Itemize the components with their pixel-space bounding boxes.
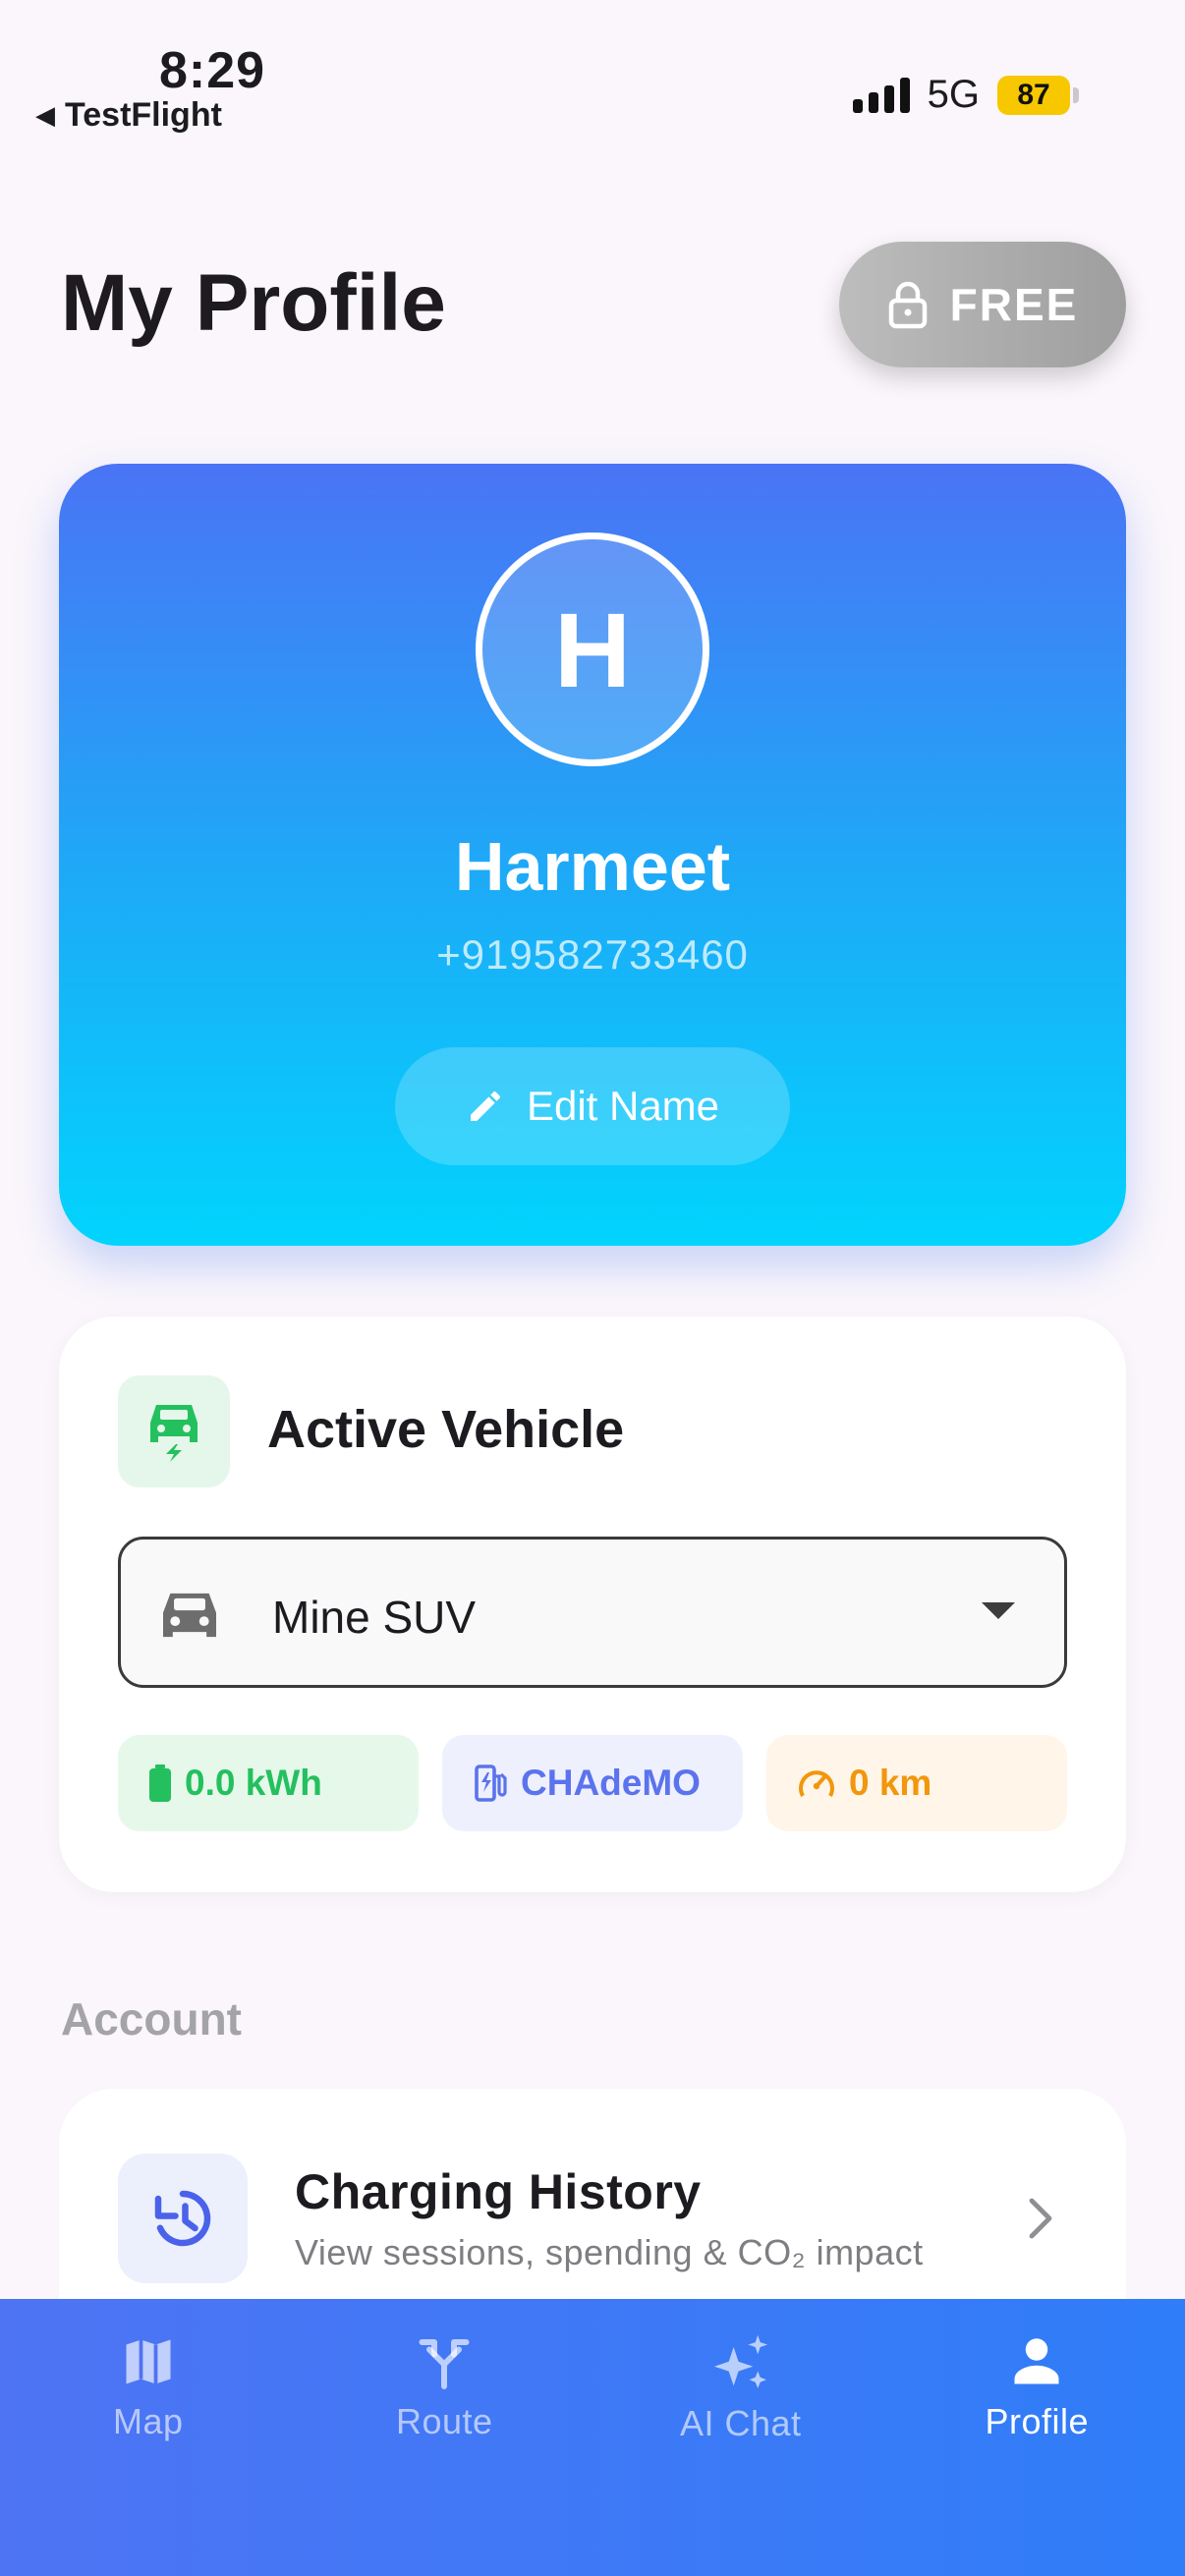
page-title: My Profile (61, 258, 446, 348)
tab-ai-chat[interactable]: AI Chat (592, 2299, 889, 2576)
status-indicators: 5G 87 (852, 73, 1079, 117)
back-to-app-button[interactable]: ◀ TestFlight (35, 96, 222, 135)
battery-icon: 87 (997, 75, 1079, 115)
tab-ai-chat-label: AI Chat (679, 2403, 802, 2443)
speedometer-icon (799, 1770, 834, 1797)
range-chip: 0 km (766, 1735, 1067, 1831)
user-name: Harmeet (454, 828, 731, 905)
history-icon (118, 2154, 248, 2283)
chevron-right-icon (1029, 2198, 1052, 2239)
plan-label: FREE (949, 279, 1079, 330)
person-icon (1014, 2338, 1059, 2384)
tab-profile-label: Profile (985, 2401, 1090, 2441)
map-icon (126, 2339, 171, 2384)
ev-station-icon (475, 1764, 507, 1802)
charging-history-subtitle: View sessions, spending & CO₂ impact (295, 2232, 924, 2272)
range-value: 0 km (849, 1763, 932, 1803)
edit-name-label: Edit Name (526, 1083, 720, 1129)
edit-name-button[interactable]: Edit Name (395, 1047, 790, 1165)
tab-map-label: Map (112, 2401, 184, 2441)
user-phone: +919582733460 (436, 931, 749, 978)
profile-card: H Harmeet +919582733460 Edit Name (59, 464, 1126, 1246)
plan-upgrade-button[interactable]: FREE (839, 242, 1126, 367)
active-vehicle-card: Active Vehicle Mine SUV 0.0 kWh CHAdeMO … (59, 1316, 1126, 1892)
bottom-tab-bar: Map Route AI Chat Profile (0, 2299, 1185, 2576)
avatar: H (476, 532, 709, 766)
back-arrow-icon: ◀ (35, 100, 55, 130)
vehicle-select-value: Mine SUV (272, 1592, 477, 1643)
charging-history-title: Charging History (295, 2164, 702, 2219)
route-icon (419, 2339, 470, 2389)
tab-route-label: Route (395, 2401, 493, 2441)
battery-capacity-value: 0.0 kWh (185, 1763, 322, 1803)
status-bar: 8:29 ◀ TestFlight 5G 87 (0, 0, 1185, 147)
battery-capacity-chip: 0.0 kWh (118, 1735, 419, 1831)
signal-icon (852, 77, 910, 113)
tab-map[interactable]: Map (0, 2299, 297, 2576)
battery-icon (149, 1764, 171, 1802)
back-app-label: TestFlight (65, 96, 222, 134)
lock-icon (888, 281, 927, 329)
profile-screen: 8:29 ◀ TestFlight 5G 87 My Profile FREE … (0, 0, 1185, 2576)
status-time: 8:29 (159, 42, 266, 99)
tab-profile[interactable]: Profile (889, 2299, 1185, 2576)
ev-car-icon (118, 1375, 230, 1487)
pencil-icon (470, 1091, 500, 1121)
sparkles-icon (713, 2334, 767, 2388)
connector-chip: CHAdeMO (442, 1735, 743, 1831)
account-section-label: Account (61, 1993, 242, 2044)
battery-level: 87 (997, 75, 1070, 115)
network-type: 5G (927, 73, 980, 116)
active-vehicle-title: Active Vehicle (267, 1400, 625, 1459)
connector-value: CHAdeMO (521, 1763, 701, 1803)
chevron-down-icon (982, 1602, 1015, 1619)
car-icon (163, 1593, 216, 1638)
tab-route[interactable]: Route (297, 2299, 593, 2576)
vehicle-select[interactable]: Mine SUV (118, 1537, 1067, 1688)
